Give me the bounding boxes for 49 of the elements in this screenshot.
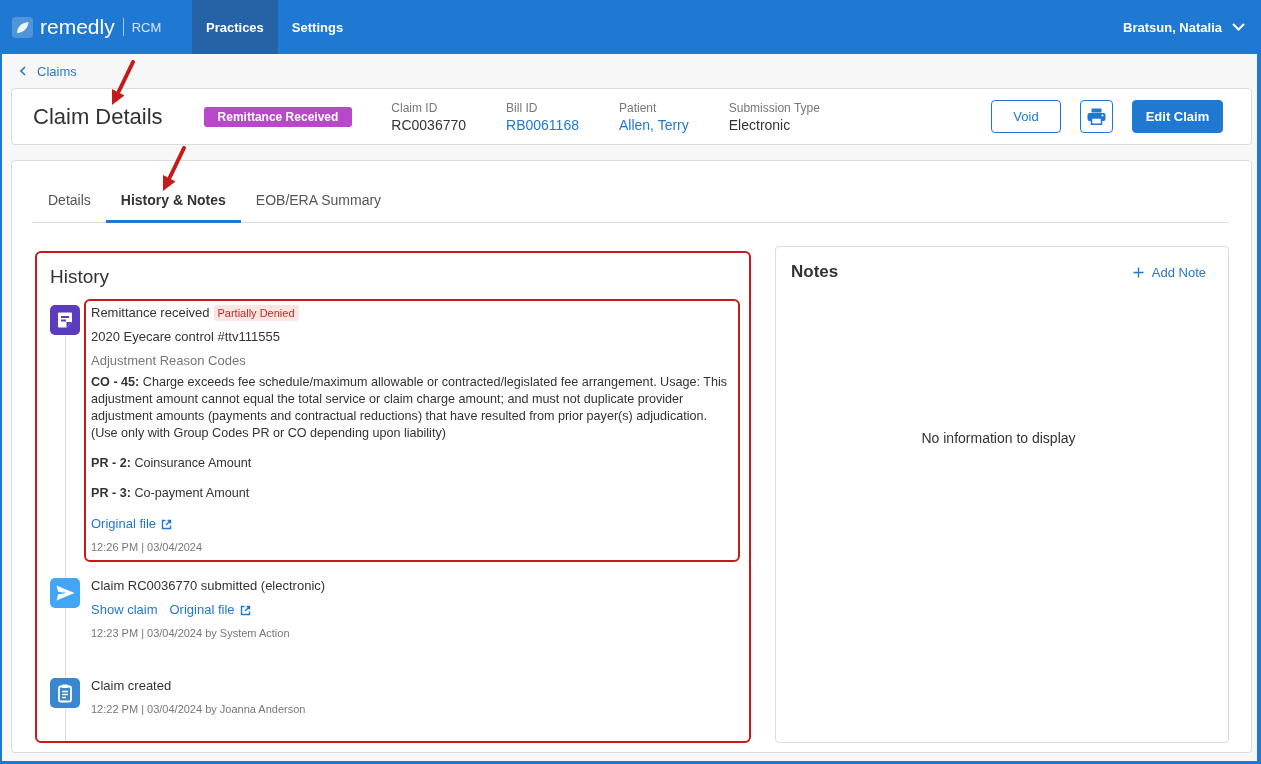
back-link[interactable]: Claims <box>20 63 77 79</box>
event-subtitle: 2020 Eyecare control #ttv111555 <box>91 328 281 346</box>
chevron-down-icon <box>1232 23 1245 31</box>
field-label: Bill ID <box>506 99 539 116</box>
history-title: History <box>50 265 111 289</box>
note-icon <box>50 305 80 335</box>
event-title: Claim created <box>91 677 172 695</box>
tab[interactable]: EOB/ERA Summary <box>240 191 397 223</box>
chevron-left-icon <box>20 66 26 76</box>
field-value-link[interactable]: RB0061168 <box>506 115 579 134</box>
codes-heading: Adjustment Reason Codes <box>91 352 247 370</box>
field-label: Submission Type <box>728 99 820 116</box>
reason-code-text: PR - 2: Coinsurance Amount <box>91 455 253 472</box>
add-note-button[interactable]: Add Note <box>1132 264 1206 280</box>
field-label: Claim ID <box>391 99 439 116</box>
event-title: Claim RC0036770 submitted (electronic) <box>91 577 326 595</box>
print-button[interactable] <box>1080 100 1113 133</box>
nav-tab[interactable]: Settings <box>277 0 358 54</box>
reason-code-text: CO - 45: Charge exceeds fee schedule/maximum allowable or contracted/legislated fee arrangement. Usage: This adjustment amount cannot equal the total service or claim charge amount; and must not duplicate provider adjustment amounts (payments and contractual reductions) that have resulted from prior payer(s) adjudication. (Use only with Group Codes PR or CO depending upon liability) <box>91 374 729 442</box>
field-value: RC0036770 <box>391 115 467 134</box>
status-badge: Remittance Received <box>203 106 353 127</box>
page-title: Claim Details <box>33 103 163 130</box>
reason-code-text: PR - 3: Co-payment Amount <box>91 485 251 502</box>
event-timestamp: 12:23 PM | 03/04/2024 by System Action <box>91 626 291 640</box>
clipboard-icon <box>50 678 80 708</box>
product-label: RCM <box>131 19 162 35</box>
event-link[interactable]: Show claim <box>91 601 158 619</box>
tab[interactable]: Details <box>33 191 106 223</box>
event-link[interactable]: Original file <box>91 515 173 533</box>
printer-icon <box>1087 108 1106 125</box>
plus-icon <box>1132 266 1144 278</box>
field-value-link[interactable]: Allen, Terry <box>619 115 689 134</box>
send-icon <box>50 578 80 608</box>
notes-title: Notes <box>791 262 839 282</box>
status-tag: Partially Denied <box>213 305 299 321</box>
event-timestamp: 12:26 PM | 03/04/2024 <box>91 540 204 554</box>
brand-name: remedly <box>40 15 115 39</box>
tab[interactable]: History & Notes <box>105 191 241 223</box>
void-button[interactable]: Void <box>991 100 1061 133</box>
event-title: Remittance received <box>91 304 210 322</box>
field-value: Electronic <box>728 115 792 134</box>
leaf-logo-icon <box>12 16 33 38</box>
user-menu-button[interactable]: Bratsun, Natalia <box>1111 0 1257 54</box>
empty-message: No information to display <box>921 429 1076 447</box>
field-label: Patient <box>619 99 658 116</box>
edit-claim-button[interactable]: Edit Claim <box>1132 100 1223 133</box>
event-link[interactable]: Original file <box>169 601 251 619</box>
nav-tab[interactable]: Practices <box>192 0 278 54</box>
event-timestamp: 12:22 PM | 03/04/2024 by Joanna Anderson <box>91 702 307 716</box>
